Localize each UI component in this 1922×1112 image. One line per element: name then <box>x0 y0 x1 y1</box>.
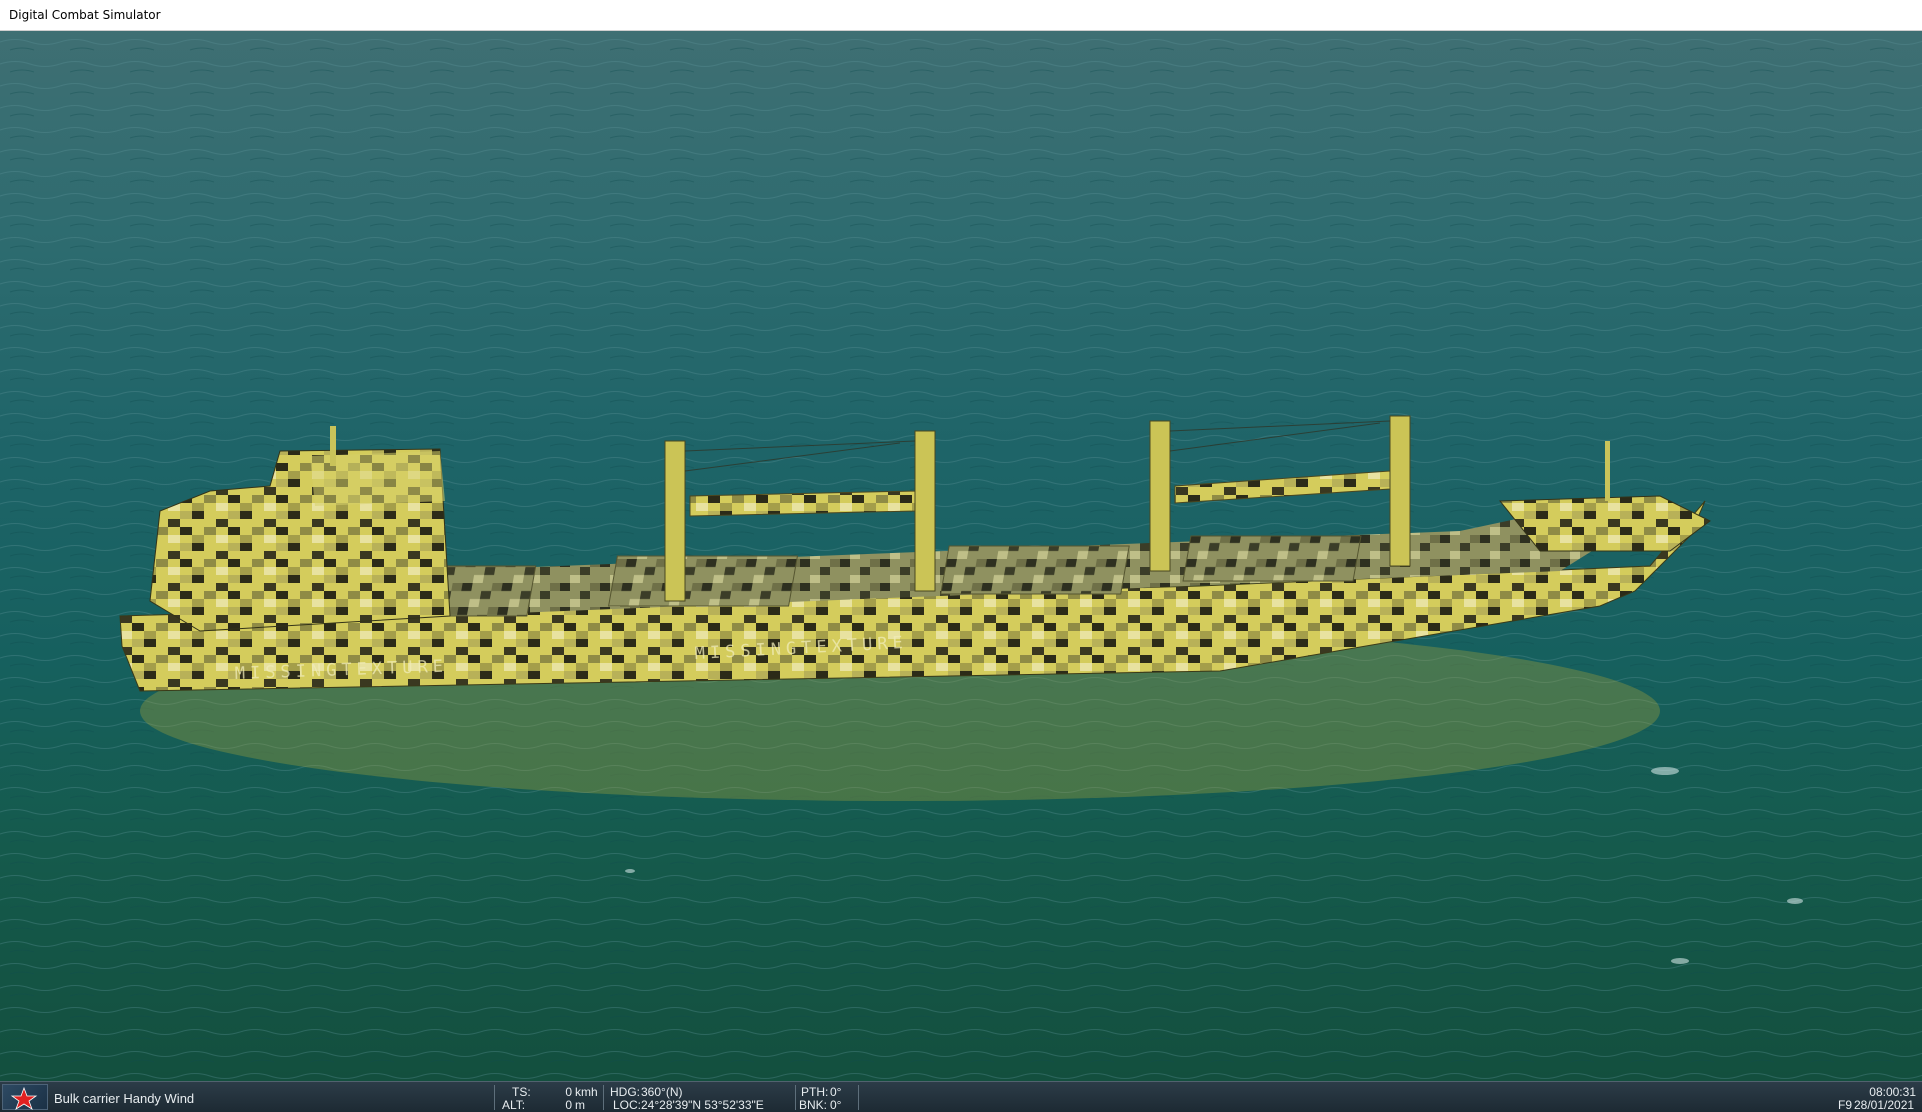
red-star-icon <box>10 1086 38 1110</box>
status-divider <box>494 1085 495 1110</box>
view-key: F9 <box>1838 1098 1853 1112</box>
status-divider <box>603 1085 604 1110</box>
loc-label: LOC: <box>613 1098 642 1112</box>
bnk-label: BNK: <box>799 1098 828 1112</box>
alt-unit: m <box>575 1098 585 1112</box>
coalition-flag <box>2 1084 48 1110</box>
alt-label: ALT: <box>502 1098 526 1112</box>
bnk-value: 0° <box>830 1098 842 1112</box>
loc-value: 24°28'39"N 53°52'33"E <box>641 1098 764 1112</box>
ocean-scene: MISSINGTEXTURE MISSINGTEXTURE <box>0 31 1922 1081</box>
status-bar: Bulk carrier Handy Wind TS: ALT: 0 kmh 0… <box>0 1081 1922 1112</box>
alt-value: 0 <box>565 1098 572 1112</box>
unit-name: Bulk carrier Handy Wind <box>54 1091 195 1106</box>
simulation-viewport[interactable]: MISSINGTEXTURE MISSINGTEXTURE <box>0 31 1922 1081</box>
window-title: Digital Combat Simulator <box>9 8 161 22</box>
mission-date: 28/01/2021 <box>1854 1098 1915 1112</box>
window-title-bar[interactable]: Digital Combat Simulator <box>0 0 1922 31</box>
status-divider <box>858 1085 859 1110</box>
status-divider <box>795 1085 796 1110</box>
